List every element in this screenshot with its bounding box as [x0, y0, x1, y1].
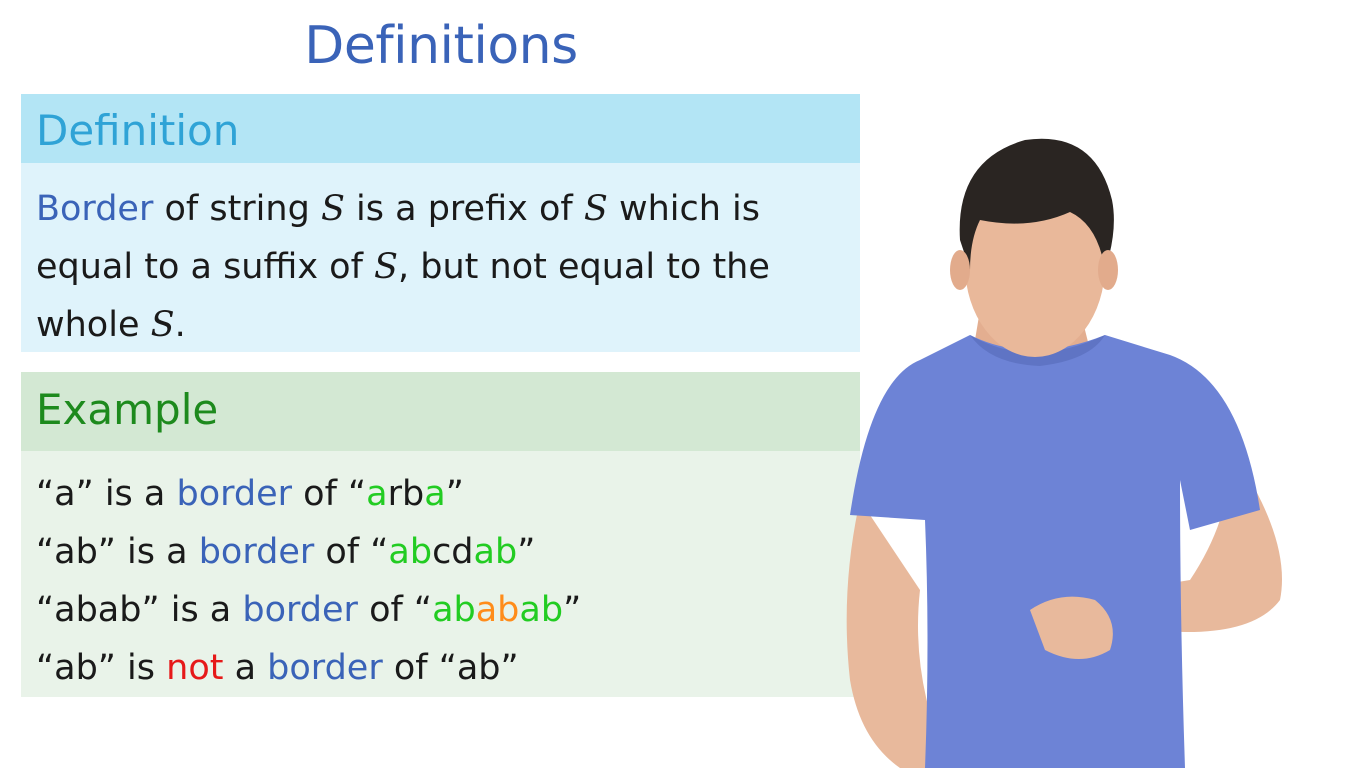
example-line: “a” is a border of “arba” — [36, 474, 464, 514]
definition-text: Border of string S is a prefix of S whic… — [36, 189, 770, 345]
example-heading: Example — [36, 385, 219, 434]
math-s: S — [150, 305, 175, 345]
term-border: Border — [36, 189, 154, 229]
definition-header: Definition — [21, 94, 860, 163]
slide-title: Definitions — [304, 16, 578, 76]
math-s: S — [583, 189, 608, 229]
example-line: “ab” is a border of “abcdab” — [36, 532, 536, 572]
presenter-figure — [846, 138, 1282, 768]
example-header: Example — [21, 372, 860, 451]
example-line: “ab” is not a border of “ab” — [36, 648, 519, 688]
example-body: “a” is a border of “arba” “ab” is a bord… — [21, 451, 860, 697]
definition-body: Border of string S is a prefix of S whic… — [21, 163, 860, 352]
presenter-body — [846, 138, 1282, 768]
example-line: “abab” is a border of “ababab” — [36, 590, 582, 630]
math-s: S — [374, 247, 399, 287]
math-s: S — [320, 189, 345, 229]
definition-heading: Definition — [36, 106, 240, 155]
example-lines: “a” is a border of “arba” “ab” is a bord… — [36, 465, 581, 697]
